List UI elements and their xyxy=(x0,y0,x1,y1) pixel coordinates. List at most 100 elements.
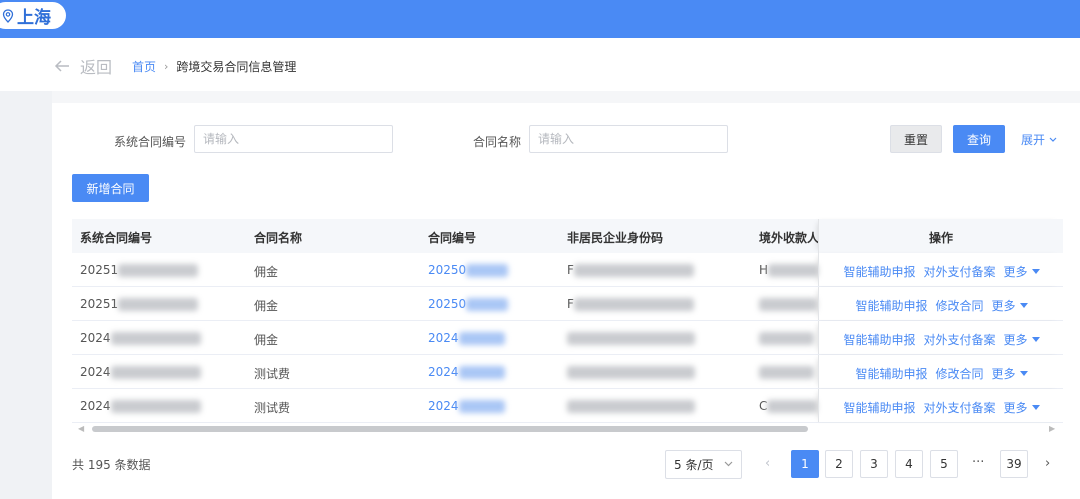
op-cell: 智能辅助申报 对外支付备案 更多 xyxy=(818,389,1063,422)
cell-system-no: 2024 xyxy=(80,365,201,379)
col-header-contract-no: 合同编号 xyxy=(428,231,477,245)
col-header-payee: 境外收款人 xyxy=(759,231,820,245)
smart-declare-link[interactable]: 智能辅助申报 xyxy=(843,399,915,416)
smart-declare-link[interactable]: 智能辅助申报 xyxy=(843,331,915,348)
table-row: 20251 佣金 20250 F H 智能辅助申报 对外支付备案 更多 xyxy=(72,253,1063,287)
reset-button[interactable]: 重置 xyxy=(890,125,942,153)
add-contract-button[interactable]: 新增合同 xyxy=(72,174,149,202)
chevron-down-icon xyxy=(1049,137,1057,142)
edit-contract-link[interactable]: 修改合同 xyxy=(935,297,983,314)
row-actions: 智能辅助申报 对外支付备案 更多 xyxy=(819,331,1064,348)
cell-name: 佣金 xyxy=(254,265,279,279)
caret-down-icon xyxy=(1031,337,1040,342)
cell-id-code: F xyxy=(567,263,694,277)
expand-toggle[interactable]: 展开 xyxy=(1021,131,1057,148)
cell-name: 测试费 xyxy=(254,367,291,381)
back-label: 返回 xyxy=(80,58,113,77)
payment-filing-link[interactable]: 对外支付备案 xyxy=(923,263,995,280)
horizontal-scrollbar[interactable]: ◀ ▶ xyxy=(72,424,1063,434)
row-actions: 智能辅助申报 对外支付备案 更多 xyxy=(819,399,1064,416)
cell-contract-no[interactable]: 20250 xyxy=(428,263,509,277)
cell-name: 佣金 xyxy=(254,299,279,313)
op-cell: 智能辅助申报 修改合同 更多 xyxy=(818,287,1063,320)
table-header: 系统合同编号 合同名称 合同编号 非居民企业身份码 境外收款人 操作 xyxy=(72,219,1063,253)
cell-payee xyxy=(759,297,817,311)
page-button-last[interactable]: 39 xyxy=(1000,450,1028,478)
back-button[interactable]: 返回 xyxy=(54,54,112,78)
top-bar: 上海 xyxy=(0,0,1080,38)
more-dropdown[interactable]: 更多 xyxy=(992,297,1028,314)
cell-contract-no[interactable]: 2024 xyxy=(428,399,505,413)
city-name: 上海 xyxy=(17,8,51,28)
op-header-cell: 操作 xyxy=(818,219,1063,253)
payment-filing-link[interactable]: 对外支付备案 xyxy=(923,331,995,348)
nav-bar: 返回 首页 › 跨境交易合同信息管理 xyxy=(0,38,1080,91)
cell-contract-no[interactable]: 20250 xyxy=(428,297,509,311)
scrollbar-thumb[interactable] xyxy=(92,426,808,432)
col-header-system-no: 系统合同编号 xyxy=(80,231,153,245)
row-actions: 智能辅助申报 修改合同 更多 xyxy=(819,365,1064,382)
side-gutter xyxy=(0,91,52,499)
system-no-input[interactable] xyxy=(194,125,393,153)
cell-system-no: 2024 xyxy=(80,399,201,413)
contract-name-label: 合同名称 xyxy=(473,135,522,149)
breadcrumb-home[interactable]: 首页 xyxy=(132,58,156,75)
page-ellipsis[interactable]: ··· xyxy=(972,455,984,470)
op-cell: 智能辅助申报 对外支付备案 更多 xyxy=(818,321,1063,354)
cell-id-code xyxy=(567,331,695,345)
table-row: 20251 佣金 20250 F 智能辅助申报 修改合同 更多 xyxy=(72,287,1063,321)
page-button[interactable]: 3 xyxy=(860,450,888,478)
smart-declare-link[interactable]: 智能辅助申报 xyxy=(855,297,927,314)
cell-contract-no[interactable]: 2024 xyxy=(428,331,505,345)
table-row: 2024 测试费 2024 C 智能辅助申报 对外支付备案 更多 xyxy=(72,389,1063,423)
cell-payee: H xyxy=(759,263,819,277)
op-cell: 智能辅助申报 对外支付备案 更多 xyxy=(818,253,1063,286)
more-dropdown[interactable]: 更多 xyxy=(1004,399,1040,416)
page-button[interactable]: 5 xyxy=(930,450,958,478)
cell-id-code xyxy=(567,399,695,413)
location-pin-icon xyxy=(2,8,14,23)
total-count: 共 195 条数据 xyxy=(72,458,151,472)
caret-down-icon xyxy=(1019,303,1028,308)
page-button[interactable]: 2 xyxy=(825,450,853,478)
cell-name: 测试费 xyxy=(254,401,291,415)
prev-page-icon[interactable]: ‹ xyxy=(765,456,770,471)
expand-label: 展开 xyxy=(1021,133,1046,147)
op-cell: 智能辅助申报 修改合同 更多 xyxy=(818,355,1063,388)
cell-system-no: 20251 xyxy=(80,297,199,311)
page-size-select[interactable]: 5 条/页 xyxy=(665,450,742,479)
caret-down-icon xyxy=(1031,405,1040,410)
caret-down-icon xyxy=(1031,269,1040,274)
chevron-right-icon: › xyxy=(164,60,169,73)
col-header-actions: 操作 xyxy=(929,231,954,245)
page-button[interactable]: 4 xyxy=(895,450,923,478)
contract-name-input[interactable] xyxy=(529,125,728,153)
edit-contract-link[interactable]: 修改合同 xyxy=(935,365,983,382)
col-header-id-code: 非居民企业身份码 xyxy=(567,231,664,245)
cell-payee xyxy=(759,365,814,379)
cell-payee: C xyxy=(759,399,818,413)
more-dropdown[interactable]: 更多 xyxy=(1004,331,1040,348)
query-button[interactable]: 查询 xyxy=(953,125,1005,153)
breadcrumb-current: 跨境交易合同信息管理 xyxy=(176,60,297,74)
cell-name: 佣金 xyxy=(254,333,279,347)
cell-contract-no[interactable]: 2024 xyxy=(428,365,505,379)
page-button[interactable]: 1 xyxy=(791,450,819,478)
more-dropdown[interactable]: 更多 xyxy=(992,365,1028,382)
smart-declare-link[interactable]: 智能辅助申报 xyxy=(855,365,927,382)
caret-down-icon xyxy=(1019,371,1028,376)
row-actions: 智能辅助申报 对外支付备案 更多 xyxy=(819,263,1064,280)
system-no-label: 系统合同编号 xyxy=(114,135,187,149)
arrow-left-icon xyxy=(54,60,69,72)
scroll-left-icon[interactable]: ◀ xyxy=(78,424,84,433)
payment-filing-link[interactable]: 对外支付备案 xyxy=(923,399,995,416)
city-selector[interactable]: 上海 xyxy=(0,2,66,29)
cell-id-code xyxy=(567,365,695,379)
smart-declare-link[interactable]: 智能辅助申报 xyxy=(843,263,915,280)
next-page-icon[interactable]: › xyxy=(1045,456,1050,471)
chevron-down-icon xyxy=(724,461,733,467)
cell-system-no: 20251 xyxy=(80,263,199,277)
more-dropdown[interactable]: 更多 xyxy=(1004,263,1040,280)
page-size-value: 5 条/页 xyxy=(674,458,714,472)
scroll-right-icon[interactable]: ▶ xyxy=(1049,424,1055,433)
